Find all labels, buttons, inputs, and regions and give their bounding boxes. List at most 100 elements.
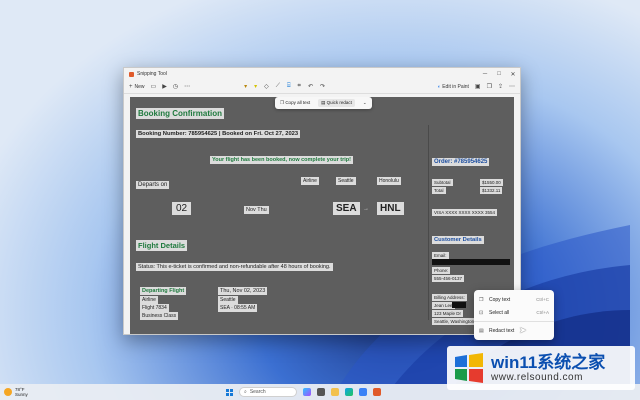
select-all-icon: ⊡ [479,309,484,316]
toolbar: + New ▭ ▶ ◷ ⋯ ▾ ▾ ◇ ⟋ ⌸ ⌗ ↶ ↷ ◐ Edit in … [124,80,520,94]
task-view-icon[interactable] [317,388,325,396]
video-icon[interactable]: ▶ [162,83,167,90]
close-icon[interactable]: ✕ [506,71,520,78]
maximize-icon[interactable]: □ [492,71,506,77]
watermark: win11系统之家 www.relsound.com [447,346,635,390]
search-placeholder: Search [249,389,266,395]
context-copy-text-label: Copy text [489,296,511,303]
copilot-icon[interactable] [303,388,311,396]
window-title: Snipping Tool [137,71,167,77]
airline-label[interactable]: Airline [140,296,158,304]
cabin-class[interactable]: Business Class [140,312,179,320]
context-select-all-label: Select all [489,309,510,316]
column-divider [428,125,429,320]
store-icon[interactable] [359,388,367,396]
arrow-icon: → [363,206,369,212]
windows-logo-icon [455,353,483,383]
context-redact-text[interactable]: ▤ Redact text [474,324,554,337]
total-label[interactable]: Total [432,187,446,194]
copy-all-text-button[interactable]: ❐ Copy all text [280,100,310,106]
more-menu-icon[interactable]: ⋯ [509,83,515,90]
edge-icon[interactable] [345,388,353,396]
search-icon: ⌕ [244,389,247,395]
billing-line2[interactable]: Seattle, Washington [432,318,477,325]
captured-screenshot: ❐ Copy all text ▤ Quick redact ⌄ Booking… [130,97,514,334]
snip-mode-icon[interactable]: ▭ [151,83,157,90]
status-text[interactable]: Status: This e-ticket is confirmed and n… [136,263,333,271]
copy-icon: ❐ [479,296,484,303]
snipping-tool-taskbar-icon[interactable] [373,388,381,396]
new-snip-button[interactable]: + New [129,84,145,90]
delay-icon[interactable]: ◷ [173,83,178,90]
minimize-icon[interactable]: ─ [478,71,492,77]
billing-line1[interactable]: 123 Maple Dr [432,310,464,317]
redacted-email [432,259,510,265]
route-from[interactable]: Seattle [336,177,356,185]
chevron-down-icon[interactable]: ⌄ [363,100,367,106]
undo-icon[interactable]: ↶ [308,83,313,90]
context-separator [474,321,554,322]
share-icon[interactable]: ⇪ [498,83,503,90]
redacted-name [452,302,466,308]
departs-month[interactable]: Nov Thu [244,206,269,214]
departs-on-label[interactable]: Departs on [136,181,170,189]
ruler-icon[interactable]: ⟋ [276,83,280,90]
flight-number[interactable]: Flight 7834 [140,304,169,312]
highlighter-icon[interactable]: ▾ [254,83,257,90]
save-icon[interactable]: ▣ [475,83,481,90]
context-select-all[interactable]: ⊡ Select all Ctrl+A [474,306,554,319]
customer-details-title[interactable]: Customer Details [432,236,484,244]
edit-in-paint-button[interactable]: ◐ Edit in Paint [438,84,469,90]
text-actions-icon[interactable]: ⌸ [287,83,291,90]
phone-value[interactable]: 555-456-0137 [432,275,465,282]
billing-label[interactable]: Billing Address: [432,294,467,301]
copy-all-text-label: Copy all text [285,100,311,105]
from-code[interactable]: SEA [333,202,360,215]
departure-time[interactable]: SEA · 08:55 AM [218,304,258,312]
departs-day[interactable]: 02 [172,202,192,215]
booking-title[interactable]: Booking Confirmation [136,108,224,119]
order-title[interactable]: Order: #785954625 [432,158,490,166]
eraser-icon[interactable]: ◇ [264,83,269,90]
context-select-all-shortcut: Ctrl+A [536,310,549,315]
flight-details-title[interactable]: Flight Details [136,240,188,251]
subtotal-label[interactable]: Subtotal [432,179,453,186]
context-menu: ❐ Copy text Ctrl+C ⊡ Select all Ctrl+A ▤… [474,290,554,340]
context-copy-text[interactable]: ❐ Copy text Ctrl+C [474,293,554,306]
to-code[interactable]: HNL [377,202,404,215]
more-options-icon[interactable]: ⋯ [184,83,190,90]
total-value[interactable]: $1332.11 [480,187,503,194]
ballpoint-pen-icon[interactable]: ▾ [244,83,247,90]
text-actions-bar: ❐ Copy all text ▤ Quick redact ⌄ [275,97,372,109]
redact-icon: ▤ [479,327,484,334]
watermark-title: win11系统之家 [491,353,606,372]
email-label[interactable]: Email: [432,252,449,259]
quick-redact-label: Quick redact [326,100,352,105]
route-to[interactable]: Honolulu [377,177,401,185]
paint-icon: ◐ [437,83,441,90]
file-explorer-icon[interactable] [331,388,339,396]
redo-icon[interactable]: ↷ [320,83,325,90]
taskbar-search[interactable]: ⌕ Search [239,387,297,397]
subtotal-value[interactable]: $1550.00 [480,179,503,186]
quick-redact-button[interactable]: ▤ Quick redact [318,99,355,107]
phone-label[interactable]: Phone: [432,267,451,274]
app-icon [129,71,134,77]
weather-widget[interactable]: 78°F Sunny [0,387,200,397]
start-button[interactable] [226,388,233,396]
edit-in-paint-label: Edit in Paint [442,83,469,90]
card-number[interactable]: VISA XXXX XXXX XXXX 3554 [432,209,498,216]
redact-icon: ▤ [321,100,326,105]
watermark-url: www.relsound.com [491,372,583,383]
departure-city[interactable]: Seattle [218,296,238,304]
copy-icon[interactable]: ❐ [487,83,492,90]
flight-banner[interactable]: Your flight has been booked, now complet… [210,156,353,164]
booking-number[interactable]: Booking Number: 785954625 | Booked on Fr… [136,130,301,138]
departure-date[interactable]: Thu, Nov 02, 2023 [218,287,268,295]
route-airline[interactable]: Airline [301,177,319,185]
crop-icon[interactable]: ⌗ [298,83,301,90]
departing-flight-label[interactable]: Departing Flight [140,287,187,295]
sun-icon [4,388,12,396]
plus-icon: + [129,83,133,90]
weather-condition: Sunny [15,392,28,397]
